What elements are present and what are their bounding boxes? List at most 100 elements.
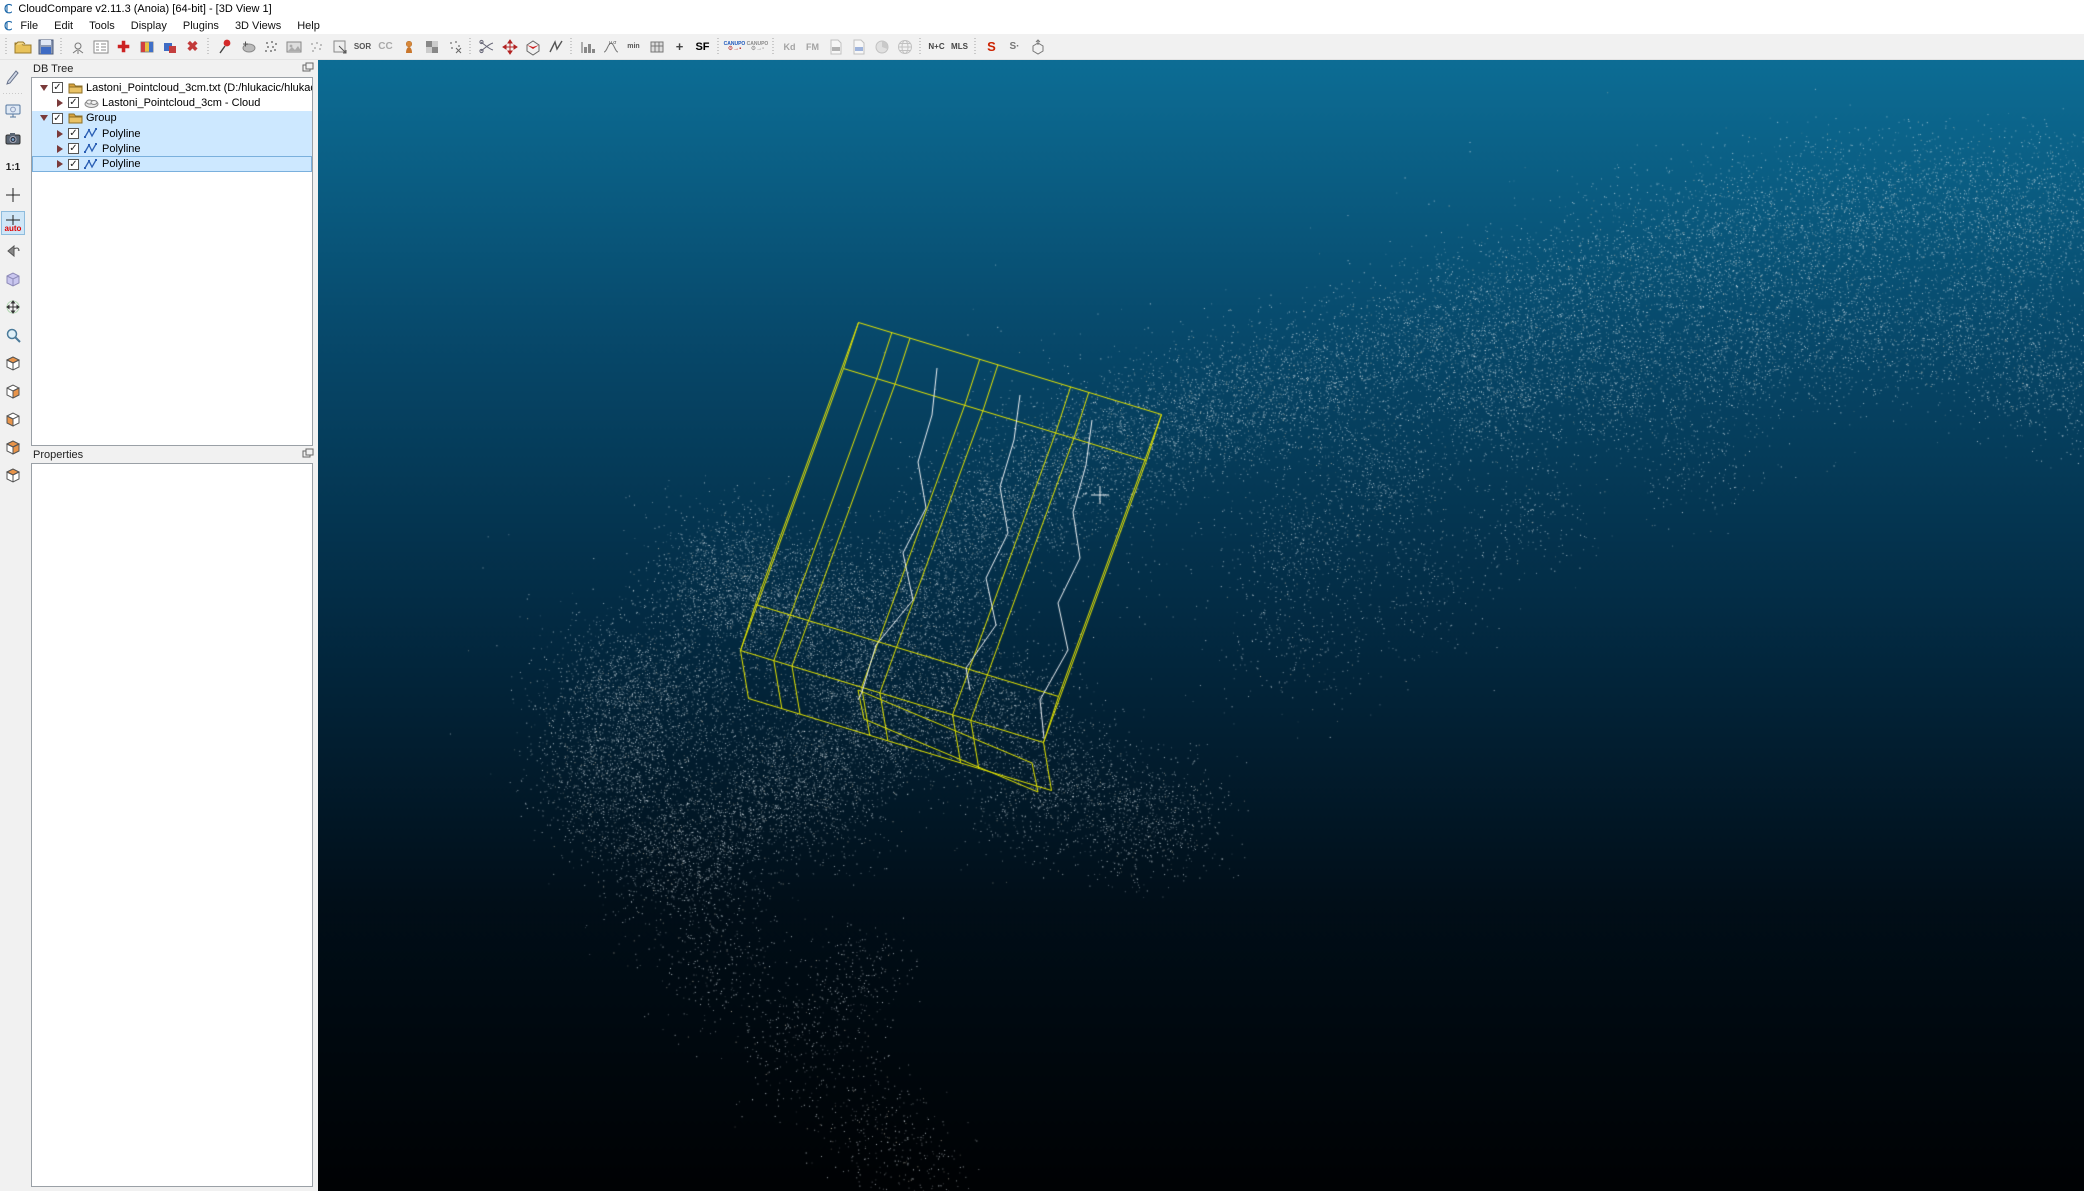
expand-icon[interactable] [52, 144, 68, 153]
polyline-icon [83, 143, 99, 154]
cloud-icon [83, 98, 99, 108]
checker-icon[interactable] [420, 36, 443, 58]
title-bar: ℂ CloudCompare v2.11.3 (Anoia) [64-bit] … [0, 0, 2084, 17]
set-pivot-cross-button[interactable] [1, 183, 25, 207]
expand-icon[interactable] [52, 98, 68, 107]
collapse-icon[interactable] [36, 84, 52, 91]
toolbar-grip [918, 37, 923, 56]
gaussian-curve-icon[interactable]: μ,σ [599, 36, 622, 58]
scalar-field-icon[interactable]: SF [691, 36, 714, 58]
noise-filter-icon[interactable] [443, 36, 466, 58]
expand-icon[interactable] [52, 160, 68, 169]
menu-file[interactable]: File [12, 19, 46, 33]
display-settings-button[interactable] [1, 99, 25, 123]
clone-icon[interactable] [158, 36, 181, 58]
raster-icon[interactable] [282, 36, 305, 58]
tree-row-2[interactable]: ✓ Group [32, 110, 312, 126]
tree-row-5[interactable]: ✓ Polyline [32, 156, 312, 172]
db-tree-float-icon[interactable] [302, 62, 314, 75]
fast-marching-icon[interactable]: FM [801, 36, 824, 58]
stat-table-icon[interactable] [645, 36, 668, 58]
visibility-checkbox[interactable]: ✓ [68, 158, 79, 170]
globe-mesh-icon[interactable] [893, 36, 916, 58]
tree-row-1[interactable]: ✓ Lastoni_Pointcloud_3cm - Cloud [32, 95, 312, 110]
view-back-button[interactable] [1, 435, 25, 459]
collapse-icon[interactable] [36, 115, 52, 122]
view-front-button[interactable] [1, 379, 25, 403]
view-left-button[interactable] [1, 407, 25, 431]
sparse-dots-icon[interactable] [305, 36, 328, 58]
primitive-factory-icon[interactable] [66, 36, 89, 58]
open-icon[interactable] [11, 36, 34, 58]
pawn-sample-icon[interactable] [397, 36, 420, 58]
translate-rotate-icon[interactable] [498, 36, 521, 58]
clipping-box-icon[interactable] [521, 36, 544, 58]
visibility-checkbox[interactable]: ✓ [68, 97, 79, 109]
save-icon[interactable] [34, 36, 57, 58]
mls-smooth-icon[interactable]: MLS [948, 36, 971, 58]
visibility-checkbox[interactable]: ✓ [68, 128, 79, 140]
perspective-cube-button[interactable] [1, 267, 25, 291]
db-tree-panel: ✓ Lastoni_Pointcloud_3cm.txt (D:/hlukacic… [31, 77, 313, 446]
screenshot-camera-button[interactable] [1, 127, 25, 151]
segment-scissors-icon[interactable] [475, 36, 498, 58]
point-picking-icon[interactable] [213, 36, 236, 58]
tree-item-label: Lastoni_Pointcloud_3cm - Cloud [102, 96, 261, 109]
delete-icon[interactable]: ✖ [181, 36, 204, 58]
view-bottom-button[interactable] [1, 463, 25, 487]
tree-row-0[interactable]: ✓ Lastoni_Pointcloud_3cm.txt (D:/hlukacic… [32, 80, 312, 95]
properties-float-icon[interactable] [302, 448, 314, 461]
file-csf-icon[interactable] [847, 36, 870, 58]
toolbar-grip [468, 37, 473, 56]
previous-view-button[interactable] [1, 239, 25, 263]
apply-colors-icon[interactable] [135, 36, 158, 58]
export-box-icon[interactable] [1026, 36, 1049, 58]
merge-icon[interactable]: ✚ [112, 36, 135, 58]
properties-panel [31, 463, 313, 1187]
window-title: CloudCompare v2.11.3 (Anoia) [64-bit] - … [18, 2, 272, 15]
visibility-checkbox[interactable]: ✓ [52, 112, 63, 124]
cloud-cloud-distance-icon[interactable]: CC [374, 36, 397, 58]
db-tree-title: DB Tree [33, 62, 74, 75]
spline-dot-icon[interactable]: S· [1003, 36, 1026, 58]
menu-display[interactable]: Display [123, 19, 175, 33]
trace-polyline-icon[interactable] [544, 36, 567, 58]
zoom-1-1-button[interactable]: 1:1 [1, 155, 25, 179]
tree-row-3[interactable]: ✓ Polyline [32, 125, 312, 142]
folder-icon [67, 82, 83, 94]
min-box-icon[interactable]: min [622, 36, 645, 58]
3d-viewport[interactable] [318, 60, 2084, 1191]
auto-pick-center-button[interactable]: auto [1, 211, 25, 235]
cloud-add-icon[interactable] [236, 36, 259, 58]
expand-icon[interactable] [52, 129, 68, 138]
menu-edit[interactable]: Edit [46, 19, 81, 33]
visibility-checkbox[interactable]: ✓ [68, 143, 79, 155]
main-area: 1:1 auto DB Tree ✓ Lastoni_Pointcloud_3cm.… [0, 60, 2084, 1191]
menu-plugins[interactable]: Plugins [175, 19, 227, 33]
menu-3d-views[interactable]: 3D Views [227, 19, 289, 33]
menu-help[interactable]: Help [289, 19, 328, 33]
scatter-points-icon[interactable] [259, 36, 282, 58]
pen-tool-button[interactable] [1, 64, 25, 88]
db-tree-header: DB Tree [26, 60, 318, 77]
file-shp-icon[interactable] [824, 36, 847, 58]
zoom-magnifier-button[interactable] [1, 323, 25, 347]
canupo-classify-icon[interactable]: CANUPO ⚙→▫ [746, 36, 769, 58]
pan-mode-button[interactable] [1, 295, 25, 319]
pie-sphere-icon[interactable] [870, 36, 893, 58]
tree-item-label: Group [86, 112, 117, 125]
histogram-icon[interactable] [576, 36, 599, 58]
canupo-create-icon[interactable]: CANUPO ⚙→▪ [723, 36, 746, 58]
visibility-checkbox[interactable]: ✓ [52, 82, 63, 94]
tree-row-4[interactable]: ✓ Polyline [32, 141, 312, 157]
add-sf-icon[interactable]: + [668, 36, 691, 58]
normals-compute-icon[interactable]: N+C [925, 36, 948, 58]
kd-tree-icon[interactable]: Kd [778, 36, 801, 58]
crop-icon[interactable] [328, 36, 351, 58]
sor-filter-icon[interactable]: SOR [351, 36, 374, 58]
menu-tools[interactable]: Tools [81, 19, 123, 33]
spline-red-icon[interactable]: S [980, 36, 1003, 58]
properties-list-icon[interactable] [89, 36, 112, 58]
view-top-button[interactable] [1, 351, 25, 375]
viewport-canvas[interactable] [318, 60, 2084, 1191]
